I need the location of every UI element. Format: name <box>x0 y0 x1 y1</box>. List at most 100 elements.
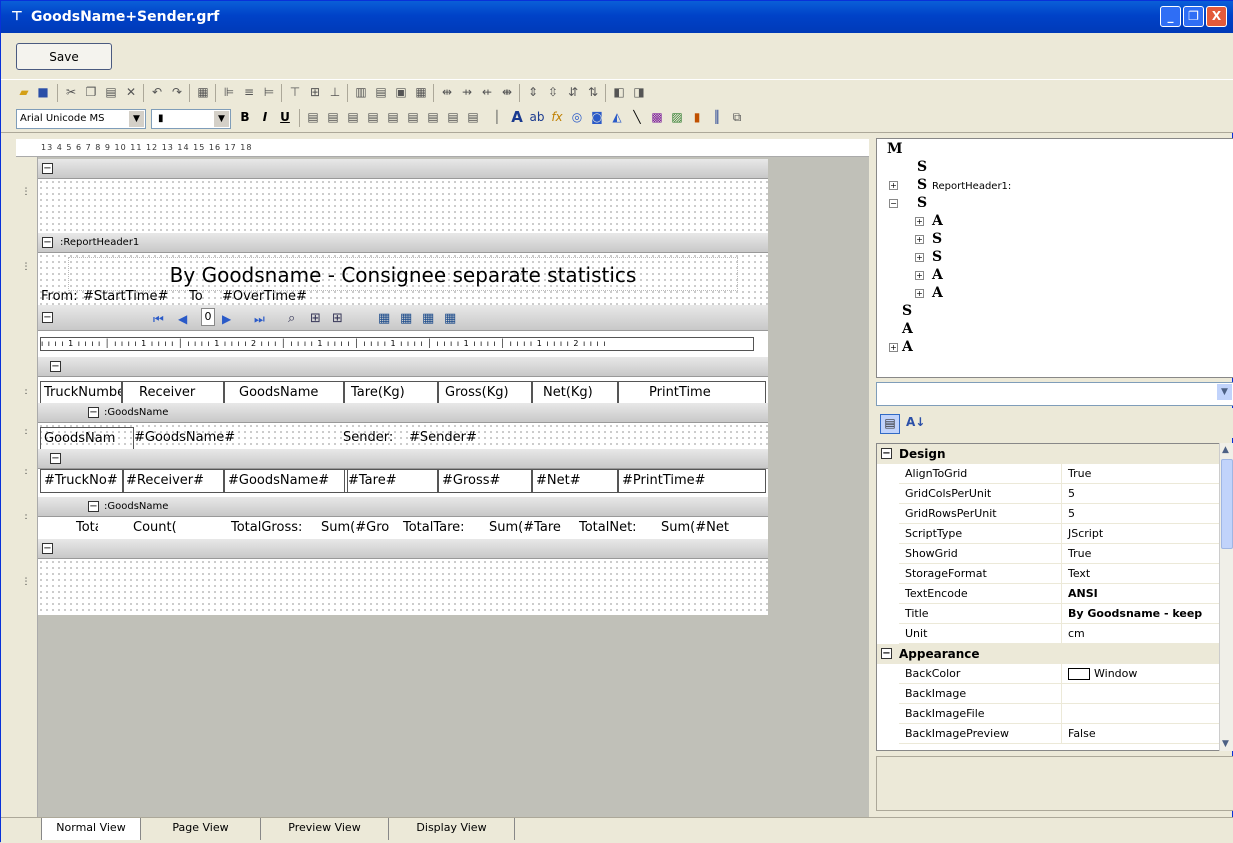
category-appearance[interactable]: − Appearance <box>877 644 1220 664</box>
collapse-icon[interactable]: − <box>50 361 61 372</box>
prop-value[interactable]: cm <box>1061 624 1221 644</box>
collapse-icon[interactable]: − <box>881 448 892 459</box>
text-wrap-icon[interactable]: ▤ <box>465 109 481 125</box>
prop-row[interactable]: ScriptType JScript <box>899 524 1220 544</box>
copy-icon[interactable]: ❐ <box>83 84 99 100</box>
prop-value[interactable]: JScript <box>1061 524 1221 544</box>
object-tree[interactable]: M S + S ReportHeader1: − S + A + S + S +… <box>876 138 1233 378</box>
insert-column-icon[interactable]: ▦ <box>378 309 390 329</box>
detail-cell[interactable]: #TruckNo# <box>40 469 124 493</box>
underline-icon[interactable]: U <box>277 109 293 125</box>
align-left-icon[interactable]: ⊫ <box>221 84 237 100</box>
text-distribute-icon[interactable]: ▤ <box>445 109 461 125</box>
detail-cell[interactable]: #GoodsName# <box>224 469 348 493</box>
detail-cell[interactable]: #Gross# <box>438 469 532 493</box>
align-top-icon[interactable]: ⊤ <box>287 84 303 100</box>
scroll-up-icon[interactable]: ▲ <box>1222 445 1229 455</box>
page-footer-band-title[interactable]: − <box>38 539 768 559</box>
footer-cell[interactable]: TotalGross: <box>228 517 323 541</box>
close-button[interactable]: X <box>1206 6 1227 27</box>
bring-front-icon[interactable]: ◧ <box>611 84 627 100</box>
collapse-icon[interactable]: − <box>88 407 99 418</box>
collapse-icon[interactable]: − <box>42 237 53 248</box>
first-page-icon[interactable]: ⏮ <box>153 309 164 329</box>
expand-icon[interactable]: + <box>915 271 924 280</box>
column-icon[interactable]: ⊞ <box>310 309 321 329</box>
hspace-inc-icon[interactable]: ⇸ <box>459 84 475 100</box>
tree-node[interactable]: A <box>902 339 913 355</box>
grid-icon[interactable]: ▦ <box>195 84 211 100</box>
subreport-icon[interactable]: ⧉ <box>729 109 745 125</box>
vspace-dec-icon[interactable]: ⇵ <box>565 84 581 100</box>
prop-row[interactable]: StorageFormat Text <box>899 564 1220 584</box>
expand-icon[interactable]: + <box>915 253 924 262</box>
page-footer-band[interactable] <box>38 559 768 615</box>
chart-icon[interactable]: ▮ <box>689 109 705 125</box>
align-middle-icon[interactable]: ⊞ <box>307 84 323 100</box>
italic-icon[interactable]: I <box>257 109 273 125</box>
footer-cell[interactable]: Sum(#Gro <box>318 517 398 541</box>
last-page-icon[interactable]: ⏭ <box>254 309 265 329</box>
undo-icon[interactable]: ↶ <box>149 84 165 100</box>
prop-value[interactable]: 5 <box>1061 504 1221 524</box>
redo-icon[interactable]: ↷ <box>169 84 185 100</box>
prop-value[interactable]: ANSI <box>1061 584 1221 604</box>
detail-band[interactable]: #TruckNo# #Receiver# #GoodsName# #Tare# … <box>38 469 768 499</box>
minimize-button[interactable]: _ <box>1160 6 1181 27</box>
expand-icon[interactable]: + <box>915 289 924 298</box>
detail-band-title[interactable]: − <box>38 449 768 469</box>
tab-page-view[interactable]: Page View <box>141 818 261 840</box>
tree-node[interactable]: A <box>932 267 943 283</box>
footer-cell[interactable]: Count( <box>130 517 210 541</box>
category-design[interactable]: − Design <box>877 444 1220 464</box>
over-time-field[interactable]: #OverTime# <box>222 289 307 304</box>
delete-icon[interactable]: ✕ <box>123 84 139 100</box>
chevron-down-icon[interactable]: ▼ <box>1217 384 1232 400</box>
footer-cell[interactable]: TotalNet: <box>576 517 648 541</box>
detail-cell[interactable]: #Receiver# <box>122 469 224 493</box>
paste-icon[interactable]: ▤ <box>103 84 119 100</box>
property-scrollbar[interactable]: ▲ ▼ <box>1219 443 1233 751</box>
text-valign-middle-icon[interactable]: ▤ <box>385 109 401 125</box>
same-size-icon[interactable]: ▣ <box>393 84 409 100</box>
report-header-band[interactable]: By Goodsname - Consignee separate statis… <box>38 253 768 305</box>
to-label[interactable]: To <box>189 289 203 304</box>
maximize-button[interactable]: ❐ <box>1183 6 1204 27</box>
alphabetical-icon[interactable]: A↓ <box>906 414 925 430</box>
static-text-icon[interactable]: A <box>509 109 525 125</box>
next-page-icon[interactable]: ▶ <box>222 309 231 329</box>
property-grid[interactable]: − Design AlignToGrid True GridColsPerUnit 5… <box>876 443 1233 751</box>
vspace-inc-icon[interactable]: ⇳ <box>545 84 561 100</box>
same-width-icon[interactable]: ▥ <box>353 84 369 100</box>
text-align-right-icon[interactable]: ▤ <box>345 109 361 125</box>
detail-cell[interactable]: #PrintTime# <box>618 469 766 493</box>
shape-icon[interactable]: ◭ <box>609 109 625 125</box>
footer-cell[interactable]: TotalTare: <box>400 517 478 541</box>
line-icon[interactable]: ╲ <box>629 109 645 125</box>
tree-node[interactable]: A <box>902 321 913 337</box>
column-title-cell[interactable]: Receiver <box>122 381 224 405</box>
group-footer-band[interactable]: Total: Count( TotalGross: Sum(#Gro Total… <box>38 517 768 539</box>
prop-value[interactable]: True <box>1061 544 1221 564</box>
column-title-cell[interactable]: PrintTime <box>618 381 766 405</box>
collapse-icon[interactable]: − <box>889 199 898 208</box>
expand-icon[interactable]: + <box>889 181 898 190</box>
tree-node[interactable]: A <box>932 213 943 229</box>
prop-row[interactable]: BackImage <box>899 684 1220 704</box>
text-align-center-icon[interactable]: ▤ <box>325 109 341 125</box>
footer-cell[interactable]: Sum(#Tare <box>486 517 574 541</box>
page-header-band[interactable] <box>38 179 768 233</box>
column-title-cell[interactable]: TruckNumber <box>40 381 122 405</box>
function-icon[interactable]: fx <box>549 109 565 125</box>
chevron-down-icon[interactable]: ▼ <box>129 111 144 127</box>
vspace-remove-icon[interactable]: ⇅ <box>585 84 601 100</box>
sender-field[interactable]: #Sender# <box>406 427 766 451</box>
tab-normal-view[interactable]: Normal View <box>41 818 141 840</box>
scroll-thumb[interactable] <box>1221 459 1233 549</box>
detail-cell[interactable]: #Tare# <box>344 469 438 493</box>
prop-row[interactable]: GridColsPerUnit 5 <box>899 484 1220 504</box>
report-header-band-title[interactable]: −:ReportHeader1 <box>38 233 768 253</box>
collapse-icon[interactable]: − <box>42 163 53 174</box>
categorized-icon[interactable]: ▤ <box>880 414 900 434</box>
expand-icon[interactable]: + <box>915 217 924 226</box>
